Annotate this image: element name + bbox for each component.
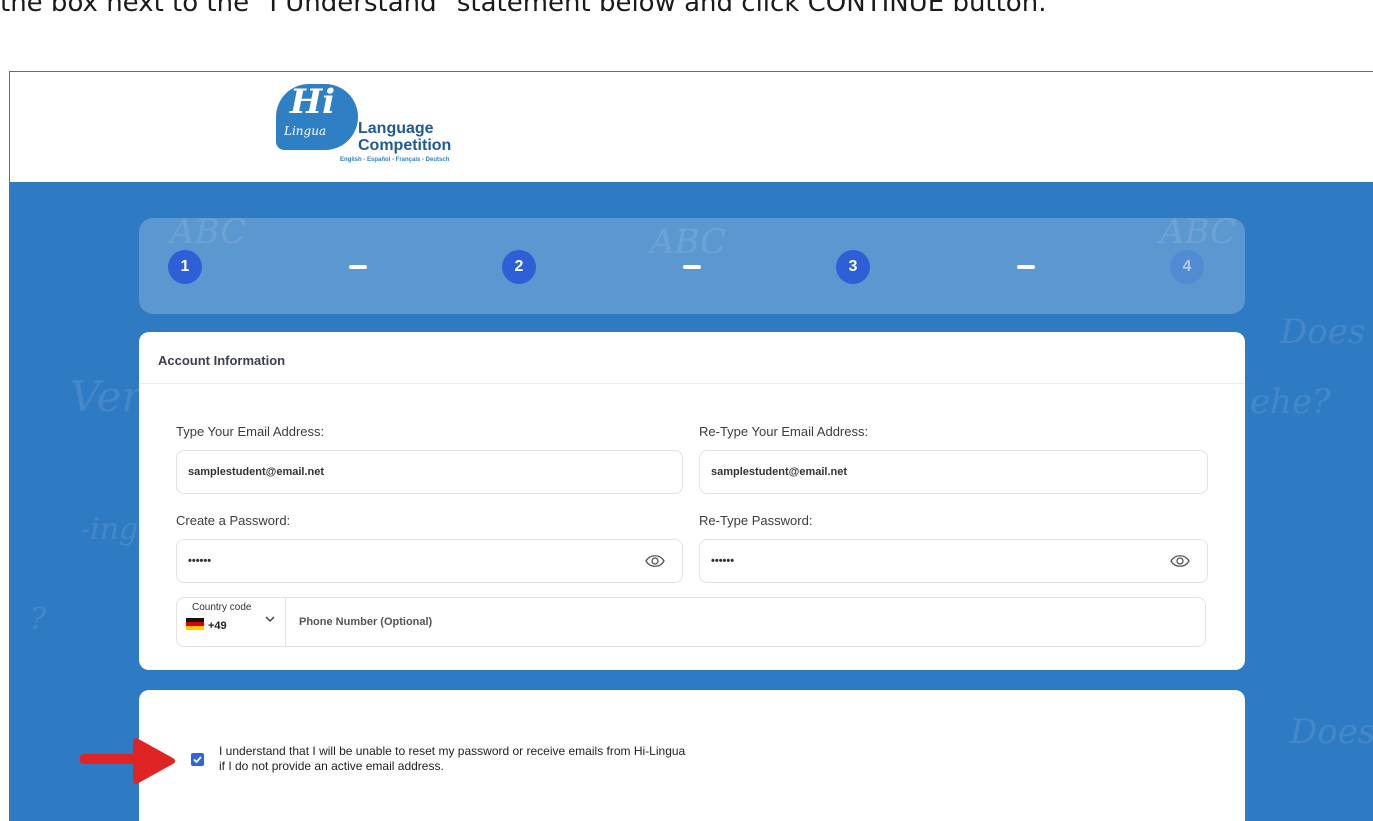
email-value: samplestudent@email.net — [188, 466, 325, 478]
bg-doodle: -ing — [80, 512, 139, 547]
bg-doodle: ? — [30, 602, 47, 637]
step-4: 4 — [1170, 250, 1204, 284]
logo-title-line1: Language — [358, 120, 434, 137]
browser-page: Hi Lingua Language Competition English -… — [9, 71, 1373, 821]
retype-email-label: Re-Type Your Email Address: — [699, 424, 869, 439]
instruction-banner: the box next to the "I Understand" state… — [0, 0, 1373, 70]
step-separator — [349, 265, 367, 269]
retype-password-field[interactable]: •••••• — [699, 539, 1208, 583]
logo-languages: English - Español - Français - Deutsch — [340, 157, 450, 163]
consent-line-1: I understand that I will be unable to re… — [219, 744, 686, 758]
germany-flag-icon — [186, 618, 204, 630]
step-separator — [1017, 265, 1035, 269]
understand-checkbox[interactable] — [191, 753, 204, 766]
consent-statement: I understand that I will be unable to re… — [219, 744, 685, 774]
progress-stepper: 1 2 3 4 — [139, 218, 1245, 314]
email-field[interactable]: samplestudent@email.net — [176, 450, 683, 494]
retype-password-label: Re-Type Password: — [699, 513, 813, 528]
country-code-value: +49 — [208, 620, 227, 632]
step-2: 2 — [502, 250, 536, 284]
eye-icon[interactable] — [645, 553, 665, 569]
account-information-card: Account Information Type Your Email Addr… — [139, 332, 1245, 670]
bg-doodle: Does — [1280, 312, 1366, 352]
bg-doodle: ehe? — [1250, 382, 1331, 422]
retype-email-value: samplestudent@email.net — [711, 466, 848, 478]
phone-field: Country code +49 Phone Number (Optional) — [176, 597, 1206, 647]
email-label: Type Your Email Address: — [176, 424, 325, 439]
country-code-select[interactable]: Country code +49 — [177, 598, 286, 646]
checkmark-icon — [193, 756, 202, 764]
logo-speech-bubble: Hi Lingua — [276, 82, 358, 150]
logo-hi: Hi — [290, 82, 336, 122]
page-background: ABC ABC ABC Ver Does ehe? -ing ? Does 1 … — [10, 182, 1373, 821]
instruction-text: the box next to the "I Understand" state… — [0, 0, 1047, 18]
bg-doodle: Ver — [70, 372, 142, 421]
consent-card: I understand that I will be unable to re… — [139, 690, 1245, 821]
card-divider — [139, 383, 1245, 384]
eye-icon[interactable] — [1170, 553, 1190, 569]
phone-number-input[interactable]: Phone Number (Optional) — [299, 616, 432, 628]
card-title: Account Information — [158, 353, 286, 368]
retype-password-value: •••••• — [711, 555, 735, 567]
country-code-label: Country code — [192, 602, 252, 613]
password-value: •••••• — [188, 555, 212, 567]
logo-title-line2: Competition — [358, 137, 452, 154]
consent-line-2: if I do not provide an active email addr… — [219, 759, 444, 773]
site-header: Hi Lingua Language Competition English -… — [10, 72, 1373, 182]
hi-lingua-logo[interactable]: Hi Lingua Language Competition English -… — [276, 82, 476, 170]
chevron-down-icon — [265, 616, 275, 623]
logo-lingua: Lingua — [284, 124, 327, 138]
step-3: 3 — [836, 250, 870, 284]
red-arrow-icon — [80, 738, 175, 784]
step-1: 1 — [168, 250, 202, 284]
retype-email-field[interactable]: samplestudent@email.net — [699, 450, 1208, 494]
bg-doodle: Does — [1290, 712, 1373, 752]
step-separator — [683, 265, 701, 269]
password-label: Create a Password: — [176, 513, 291, 528]
password-field[interactable]: •••••• — [176, 539, 683, 583]
